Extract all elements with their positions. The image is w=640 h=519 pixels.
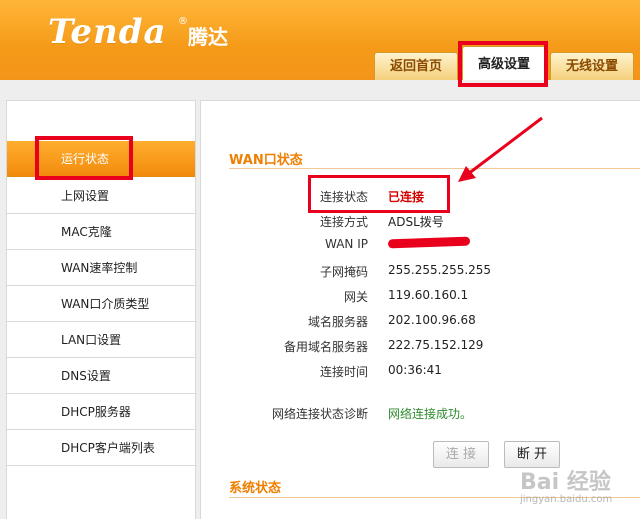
label-connection-time: 连接时间 <box>319 365 368 379</box>
highlight-box-connection-status <box>308 175 450 213</box>
label-subnet-mask: 子网掩码 <box>319 265 368 279</box>
value-network-diagnosis: 网络连接成功。 <box>388 407 473 421</box>
tenda-logo: Tenda <box>48 12 167 52</box>
value-subnet-mask: 255.255.255.255 <box>388 263 492 277</box>
sidebar-item-mac-clone[interactable]: MAC克隆 <box>7 214 195 250</box>
sidebar-item-wan-rate-control[interactable]: WAN速率控制 <box>7 250 195 286</box>
sidebar-item-dns-setup[interactable]: DNS设置 <box>7 358 195 394</box>
sidebar-item-lan-setup[interactable]: LAN口设置 <box>7 322 195 358</box>
tab-wireless-settings[interactable]: 无线设置 <box>550 52 634 80</box>
value-connection-time: 00:36:41 <box>388 363 442 377</box>
watermark-logo: Bai 经验 <box>520 470 611 495</box>
label-backup-dns: 备用域名服务器 <box>283 340 368 354</box>
tab-home[interactable]: 返回首页 <box>374 52 458 80</box>
wan-title-divider <box>229 168 640 169</box>
label-dns-server: 域名服务器 <box>307 315 368 329</box>
value-connection-type: ADSL拨号 <box>388 215 444 229</box>
value-backup-dns: 222.75.152.129 <box>388 338 484 352</box>
annotation-arrow-icon <box>458 116 543 182</box>
registered-mark: ® <box>178 16 188 27</box>
system-status-title: 系统状态 <box>229 481 282 496</box>
wan-status-title: WAN口状态 <box>229 153 303 168</box>
sidebar-item-internet-setup[interactable]: 上网设置 <box>7 178 195 214</box>
value-gateway: 119.60.160.1 <box>388 288 469 302</box>
tenda-logo-cn: 腾达 <box>188 25 228 49</box>
sidebar-item-dhcp-server[interactable]: DHCP服务器 <box>7 394 195 430</box>
label-connection-type: 连接方式 <box>319 215 368 229</box>
highlight-box-advanced-tab <box>458 41 548 87</box>
label-wan-ip: WAN IP <box>325 237 368 251</box>
label-network-diagnosis: 网络连接状态诊断 <box>271 407 368 421</box>
watermark-url: jingyan.baidu.com <box>520 494 613 505</box>
highlight-box-run-status <box>35 136 133 180</box>
sidebar-item-wan-media-type[interactable]: WAN口介质类型 <box>7 286 195 322</box>
sidebar-item-dhcp-client-list[interactable]: DHCP客户端列表 <box>7 430 195 466</box>
connect-button[interactable]: 连 接 <box>433 441 489 468</box>
value-dns-server: 202.100.96.68 <box>388 313 476 327</box>
label-gateway: 网关 <box>343 290 368 304</box>
